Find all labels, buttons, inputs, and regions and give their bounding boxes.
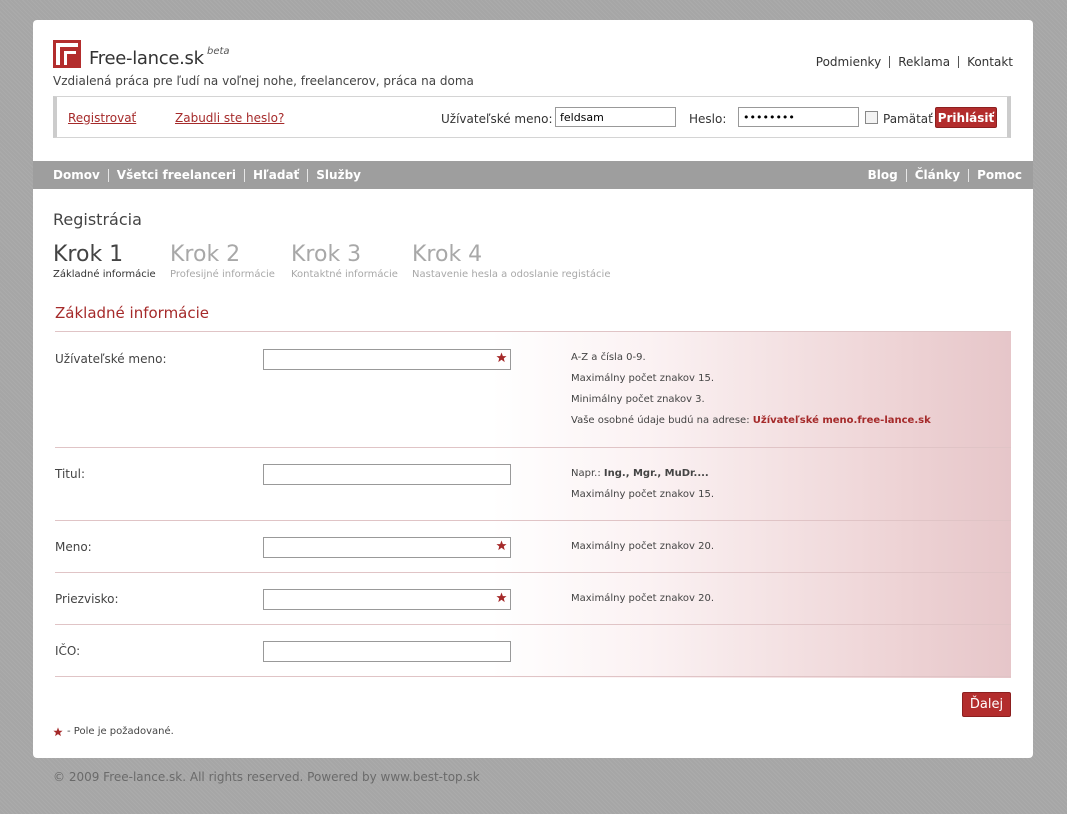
logo-icon[interactable] — [53, 40, 81, 68]
remember-checkbox[interactable] — [865, 111, 878, 124]
nav-item-domov[interactable]: Domov — [45, 168, 108, 182]
login-password-input[interactable] — [738, 107, 859, 127]
top-links: Podmienky Reklama Kontakt — [808, 55, 1013, 69]
login-bar: Registrovať Zabudli ste heslo? Užívateľs… — [53, 96, 1011, 138]
next-button[interactable]: Ďalej — [962, 692, 1011, 717]
form-row-title: Titul: Napr.: Ing., Mgr., MuDr.... Maxim… — [55, 448, 1011, 521]
nav-item-blog[interactable]: Blog — [860, 168, 906, 182]
form-row-surname: Priezvisko: Maximálny počet znakov 20. — [55, 573, 1011, 625]
register-link[interactable]: Registrovať — [68, 111, 136, 125]
username-hint-4-prefix: Vaše osobné údaje budú na adrese: — [571, 415, 753, 426]
registration-form: Užívateľské meno: A-Z a čísla 0-9. Maxim… — [55, 331, 1011, 678]
surname-label: Priezvisko: — [55, 592, 119, 606]
username-input[interactable] — [263, 349, 511, 370]
login-username-input[interactable] — [555, 107, 676, 127]
page-container: Free-lance.sk beta Vzdialená práca pre ľ… — [33, 20, 1033, 758]
nav-item-sluzby[interactable]: Služby — [308, 168, 369, 182]
top-link-podmienky[interactable]: Podmienky — [808, 55, 889, 69]
required-legend: - Pole je požadované. — [53, 726, 174, 737]
title-hints: Napr.: Ing., Mgr., MuDr.... Maximálny po… — [571, 463, 714, 505]
required-legend-text: - Pole je požadované. — [67, 726, 174, 737]
step-4: Krok 4 Nastavenie hesla a odoslanie regi… — [412, 242, 610, 280]
title-hint-2: Maximálny počet znakov 15. — [571, 489, 715, 500]
step-4-title: Krok 4 — [412, 242, 483, 267]
step-2-title: Krok 2 — [170, 242, 241, 267]
step-3-title: Krok 3 — [291, 242, 362, 267]
registration-title: Registrácia — [53, 210, 142, 229]
first-name-field-wrap — [263, 536, 511, 558]
form-row-username: Užívateľské meno: A-Z a čísla 0-9. Maxim… — [55, 332, 1011, 448]
surname-hint-1: Maximálny počet znakov 20. — [571, 593, 715, 604]
step-1-subtitle: Základné informácie — [53, 269, 156, 280]
required-star-icon — [496, 540, 507, 551]
surname-hints: Maximálny počet znakov 20. — [571, 588, 714, 609]
step-4-subtitle: Nastavenie hesla a odoslanie registácie — [412, 269, 611, 280]
logo-text[interactable]: Free-lance.sk — [89, 48, 204, 69]
step-1-title: Krok 1 — [53, 242, 124, 267]
nav-item-vsetci-freelanceri[interactable]: Všetci freelanceri — [109, 168, 244, 182]
nav-item-pomoc[interactable]: Pomoc — [969, 168, 1022, 182]
required-star-icon — [496, 592, 507, 603]
title-field-wrap — [263, 463, 511, 485]
nav-bar: Domov Všetci freelanceri Hľadať Služby B… — [33, 161, 1033, 189]
surname-input[interactable] — [263, 589, 511, 610]
title-input[interactable] — [263, 464, 511, 485]
top-link-kontakt[interactable]: Kontakt — [959, 55, 1013, 69]
first-name-hints: Maximálny počet znakov 20. — [571, 536, 714, 557]
username-hints: A-Z a čísla 0-9. Maximálny počet znakov … — [571, 347, 931, 431]
first-name-input[interactable] — [263, 537, 511, 558]
login-button[interactable]: Prihlásiť — [935, 107, 997, 128]
username-hint-1: A-Z a čísla 0-9. — [571, 352, 646, 363]
step-3: Krok 3 Kontaktné informácie — [291, 242, 398, 280]
surname-field-wrap — [263, 588, 511, 610]
footer-text: © 2009 Free-lance.sk. All rights reserve… — [53, 770, 480, 784]
login-password-label: Heslo: — [689, 112, 727, 126]
username-hint-2: Maximálny počet znakov 15. — [571, 373, 715, 384]
login-username-label: Užívateľské meno: — [441, 112, 553, 126]
nav-right: Blog Články Pomoc — [860, 168, 1022, 182]
first-name-hint-1: Maximálny počet znakov 20. — [571, 541, 715, 552]
section-title: Základné informácie — [55, 304, 210, 322]
nav-item-hladat[interactable]: Hľadať — [245, 168, 307, 182]
username-hint-4: Vaše osobné údaje budú na adrese: Užívat… — [571, 410, 931, 431]
username-label: Užívateľské meno: — [55, 352, 167, 366]
required-star-icon — [53, 726, 63, 736]
title-label: Titul: — [55, 467, 85, 481]
first-name-label: Meno: — [55, 540, 92, 554]
step-2: Krok 2 Profesijné informácie — [170, 242, 275, 280]
ico-input[interactable] — [263, 641, 511, 662]
required-star-icon — [496, 352, 507, 363]
step-3-subtitle: Kontaktné informácie — [291, 269, 398, 280]
username-field-wrap — [263, 348, 511, 370]
top-link-reklama[interactable]: Reklama — [890, 55, 958, 69]
step-2-subtitle: Profesijné informácie — [170, 269, 275, 280]
form-row-first-name: Meno: Maximálny počet znakov 20. — [55, 521, 1011, 573]
tagline: Vzdialená práca pre ľudí na voľnej nohe,… — [53, 74, 474, 88]
username-hint-3: Minimálny počet znakov 3. — [571, 394, 705, 405]
username-hint-4-url: Užívateľské meno.free-lance.sk — [752, 415, 931, 426]
title-hint-1-examples: Ing., Mgr., MuDr.... — [603, 468, 709, 479]
title-hint-1: Napr.: Ing., Mgr., MuDr.... — [571, 463, 714, 484]
nav-item-clanky[interactable]: Články — [907, 168, 968, 182]
step-1: Krok 1 Základné informácie — [53, 242, 156, 280]
remember-label: Pamätať — [883, 112, 933, 126]
ico-label: IČO: — [55, 644, 81, 658]
nav-left: Domov Všetci freelanceri Hľadať Služby — [45, 168, 369, 182]
forgot-password-link[interactable]: Zabudli ste heslo? — [175, 111, 284, 125]
logo-beta: beta — [207, 46, 230, 57]
ico-field-wrap — [263, 640, 511, 662]
form-row-ico: IČO: — [55, 625, 1011, 677]
title-hint-1-prefix: Napr.: — [571, 468, 604, 479]
